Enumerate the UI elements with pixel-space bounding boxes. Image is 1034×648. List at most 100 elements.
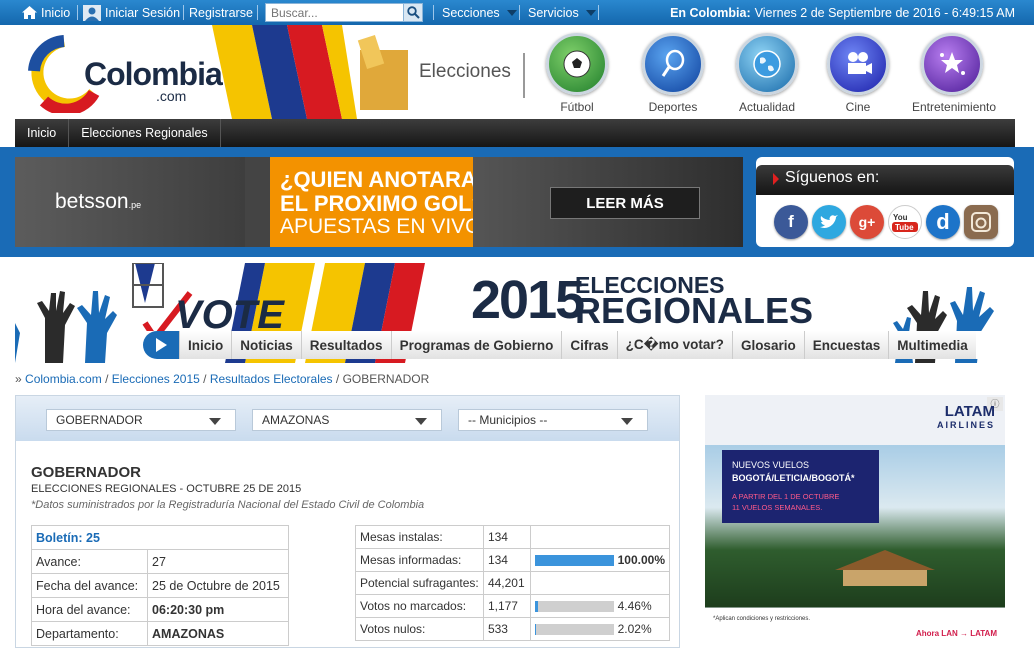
- progress-bar-fill: [534, 554, 614, 566]
- google-plus-icon[interactable]: g+: [850, 205, 884, 239]
- twitter-icon[interactable]: [812, 205, 846, 239]
- divider: [257, 5, 258, 20]
- stars-icon: [921, 33, 983, 95]
- latam-offer-line: NUEVOS VUELOS: [732, 460, 810, 470]
- subnav-item-programas[interactable]: Programas de Gobierno: [390, 331, 562, 359]
- category-entretenimiento[interactable]: Entretenimiento: [912, 33, 996, 117]
- site-logo[interactable]: Colombia .com: [24, 33, 223, 113]
- subnav-item-noticias[interactable]: Noticias: [231, 331, 301, 359]
- secciones-menu[interactable]: Secciones: [442, 0, 517, 25]
- register-link-label: Registrarse: [189, 5, 253, 20]
- stat-value: 533: [482, 617, 531, 641]
- betsson-ad[interactable]: betsson.pe ¿QUIEN ANOTARA EL PROXIMO GOL…: [15, 157, 743, 247]
- current-datetime: En Colombia: Viernes 2 de Septiembre de …: [670, 0, 1015, 25]
- nav-item-inicio[interactable]: Inicio: [15, 119, 70, 147]
- divider: [183, 5, 184, 20]
- dailymotion-icon[interactable]: d: [926, 205, 960, 239]
- servicios-menu[interactable]: Servicios: [528, 0, 596, 25]
- table-row: Departamento: AMAZONAS: [31, 621, 289, 646]
- secciones-label: Secciones: [442, 5, 500, 20]
- table-row: Votos no marcados: 1,177 4.46%: [355, 594, 671, 618]
- elecciones-banner-graphic[interactable]: [212, 25, 412, 119]
- subnav-item-multimedia[interactable]: Multimedia: [888, 331, 976, 359]
- subnav-item-como-votar[interactable]: ¿C�mo votar?: [616, 331, 732, 359]
- category-label: Cine: [845, 100, 871, 114]
- chevron-down-icon: [585, 9, 596, 16]
- breadcrumb-link[interactable]: Elecciones 2015: [112, 372, 200, 386]
- table-row: Mesas informadas: 134 100.00%: [355, 548, 671, 572]
- section-nav: Inicio Elecciones Regionales: [15, 119, 1015, 147]
- stat-percent-cell: [529, 571, 671, 595]
- info-value: 27: [147, 549, 289, 574]
- table-row: Hora del avance: 06:20:30 pm: [31, 597, 289, 622]
- servicios-label: Servicios: [528, 5, 579, 20]
- table-row: Fecha del avance: 25 de Octubre de 2015: [31, 573, 289, 598]
- instagram-icon[interactable]: [964, 205, 998, 239]
- latam-ad[interactable]: ⓘ LATAM AIRLINES NUEVOS VUELOS BOGOTÁ/LE…: [705, 395, 1005, 645]
- ad-promo-line: APUESTAS EN VIVO: [280, 215, 482, 238]
- facebook-icon[interactable]: f: [774, 205, 808, 239]
- search-button[interactable]: [403, 3, 423, 22]
- tennis-icon: [642, 33, 704, 95]
- stat-label: Votos no marcados:: [355, 594, 484, 618]
- site-header: Colombia .com Elecciones Fútbol Deportes…: [0, 25, 1034, 119]
- ad-cta-button[interactable]: LEER MÁS: [550, 187, 700, 219]
- youtube-icon[interactable]: You Tube: [888, 205, 922, 239]
- latam-offer-box: NUEVOS VUELOS BOGOTÁ/LETICIA/BOGOTÁ* A P…: [722, 450, 879, 523]
- breadcrumb: » Colombia.com / Elecciones 2015 / Resul…: [15, 372, 430, 386]
- divider: [519, 5, 520, 20]
- results-filters: GOBERNADOR AMAZONAS -- Municipios --: [16, 396, 679, 441]
- results-panel: GOBERNADOR AMAZONAS -- Municipios -- GOB…: [15, 395, 680, 648]
- ad-band: betsson.pe ¿QUIEN ANOTARA EL PROXIMO GOL…: [0, 147, 1034, 257]
- results-title: GOBERNADOR: [31, 464, 142, 481]
- latam-tagline: Ahora LAN → LATAM: [915, 629, 997, 638]
- divider: [77, 5, 78, 20]
- breadcrumb-prefix: »: [15, 372, 22, 386]
- login-link[interactable]: Iniciar Sesión: [83, 0, 180, 25]
- stat-percent: 2.02%: [617, 622, 652, 636]
- breadcrumb-link[interactable]: Colombia.com: [25, 372, 102, 386]
- stat-value: 134: [482, 548, 531, 572]
- subnav-item-cifras[interactable]: Cifras: [561, 331, 617, 359]
- register-link[interactable]: Registrarse: [189, 0, 253, 25]
- stat-percent-cell: [529, 525, 671, 549]
- user-icon: [83, 4, 101, 21]
- category-actualidad[interactable]: Actualidad: [727, 33, 807, 117]
- subnav-item-glosario[interactable]: Glosario: [731, 331, 804, 359]
- nav-item-elecciones-regionales[interactable]: Elecciones Regionales: [69, 119, 221, 147]
- category-cine[interactable]: Cine: [818, 33, 898, 117]
- elecciones-label[interactable]: Elecciones: [419, 61, 511, 83]
- subnav-item-resultados[interactable]: Resultados: [300, 331, 391, 359]
- table-row: Potencial sufragantes: 44,201: [355, 571, 671, 595]
- chevron-down-icon: [621, 418, 633, 425]
- svg-text:Tube: Tube: [895, 223, 914, 232]
- divider: [598, 5, 599, 20]
- breadcrumb-link[interactable]: Resultados Electorales: [210, 372, 333, 386]
- category-futbol[interactable]: Fútbol: [537, 33, 617, 117]
- municipio-select-value: -- Municipios --: [468, 413, 548, 427]
- arrow-right-icon: [773, 173, 779, 185]
- stat-label: Mesas instalas:: [355, 525, 484, 549]
- subnav-item-encuestas[interactable]: Encuestas: [803, 331, 889, 359]
- category-deportes[interactable]: Deportes: [633, 33, 713, 117]
- table-row: Mesas instalas: 134: [355, 525, 671, 549]
- departamento-select-value: AMAZONAS: [262, 413, 330, 427]
- cargo-select[interactable]: GOBERNADOR: [46, 409, 236, 431]
- search-icon: [406, 6, 420, 19]
- banner-year: 2015: [471, 270, 585, 330]
- globe-icon: [736, 33, 798, 95]
- social-follow-box: Síguenos en: f g+ You Tube d: [756, 157, 1014, 247]
- municipio-select[interactable]: -- Municipios --: [458, 409, 648, 431]
- subnav-item-inicio[interactable]: Inicio: [179, 331, 232, 359]
- divider: [433, 5, 434, 20]
- play-arrow-icon: [143, 331, 179, 359]
- latam-brand: LATAM: [944, 403, 995, 420]
- stat-percent-cell: 4.46%: [529, 594, 671, 618]
- banner-title-line2: REGIONALES: [575, 290, 814, 331]
- film-camera-icon: [827, 33, 889, 95]
- home-link[interactable]: Inicio: [22, 0, 70, 25]
- departamento-select[interactable]: AMAZONAS: [252, 409, 442, 431]
- results-subtitle: ELECCIONES REGIONALES - OCTUBRE 25 DE 20…: [31, 483, 302, 495]
- progress-bar: [534, 554, 614, 566]
- search-input[interactable]: [265, 3, 404, 22]
